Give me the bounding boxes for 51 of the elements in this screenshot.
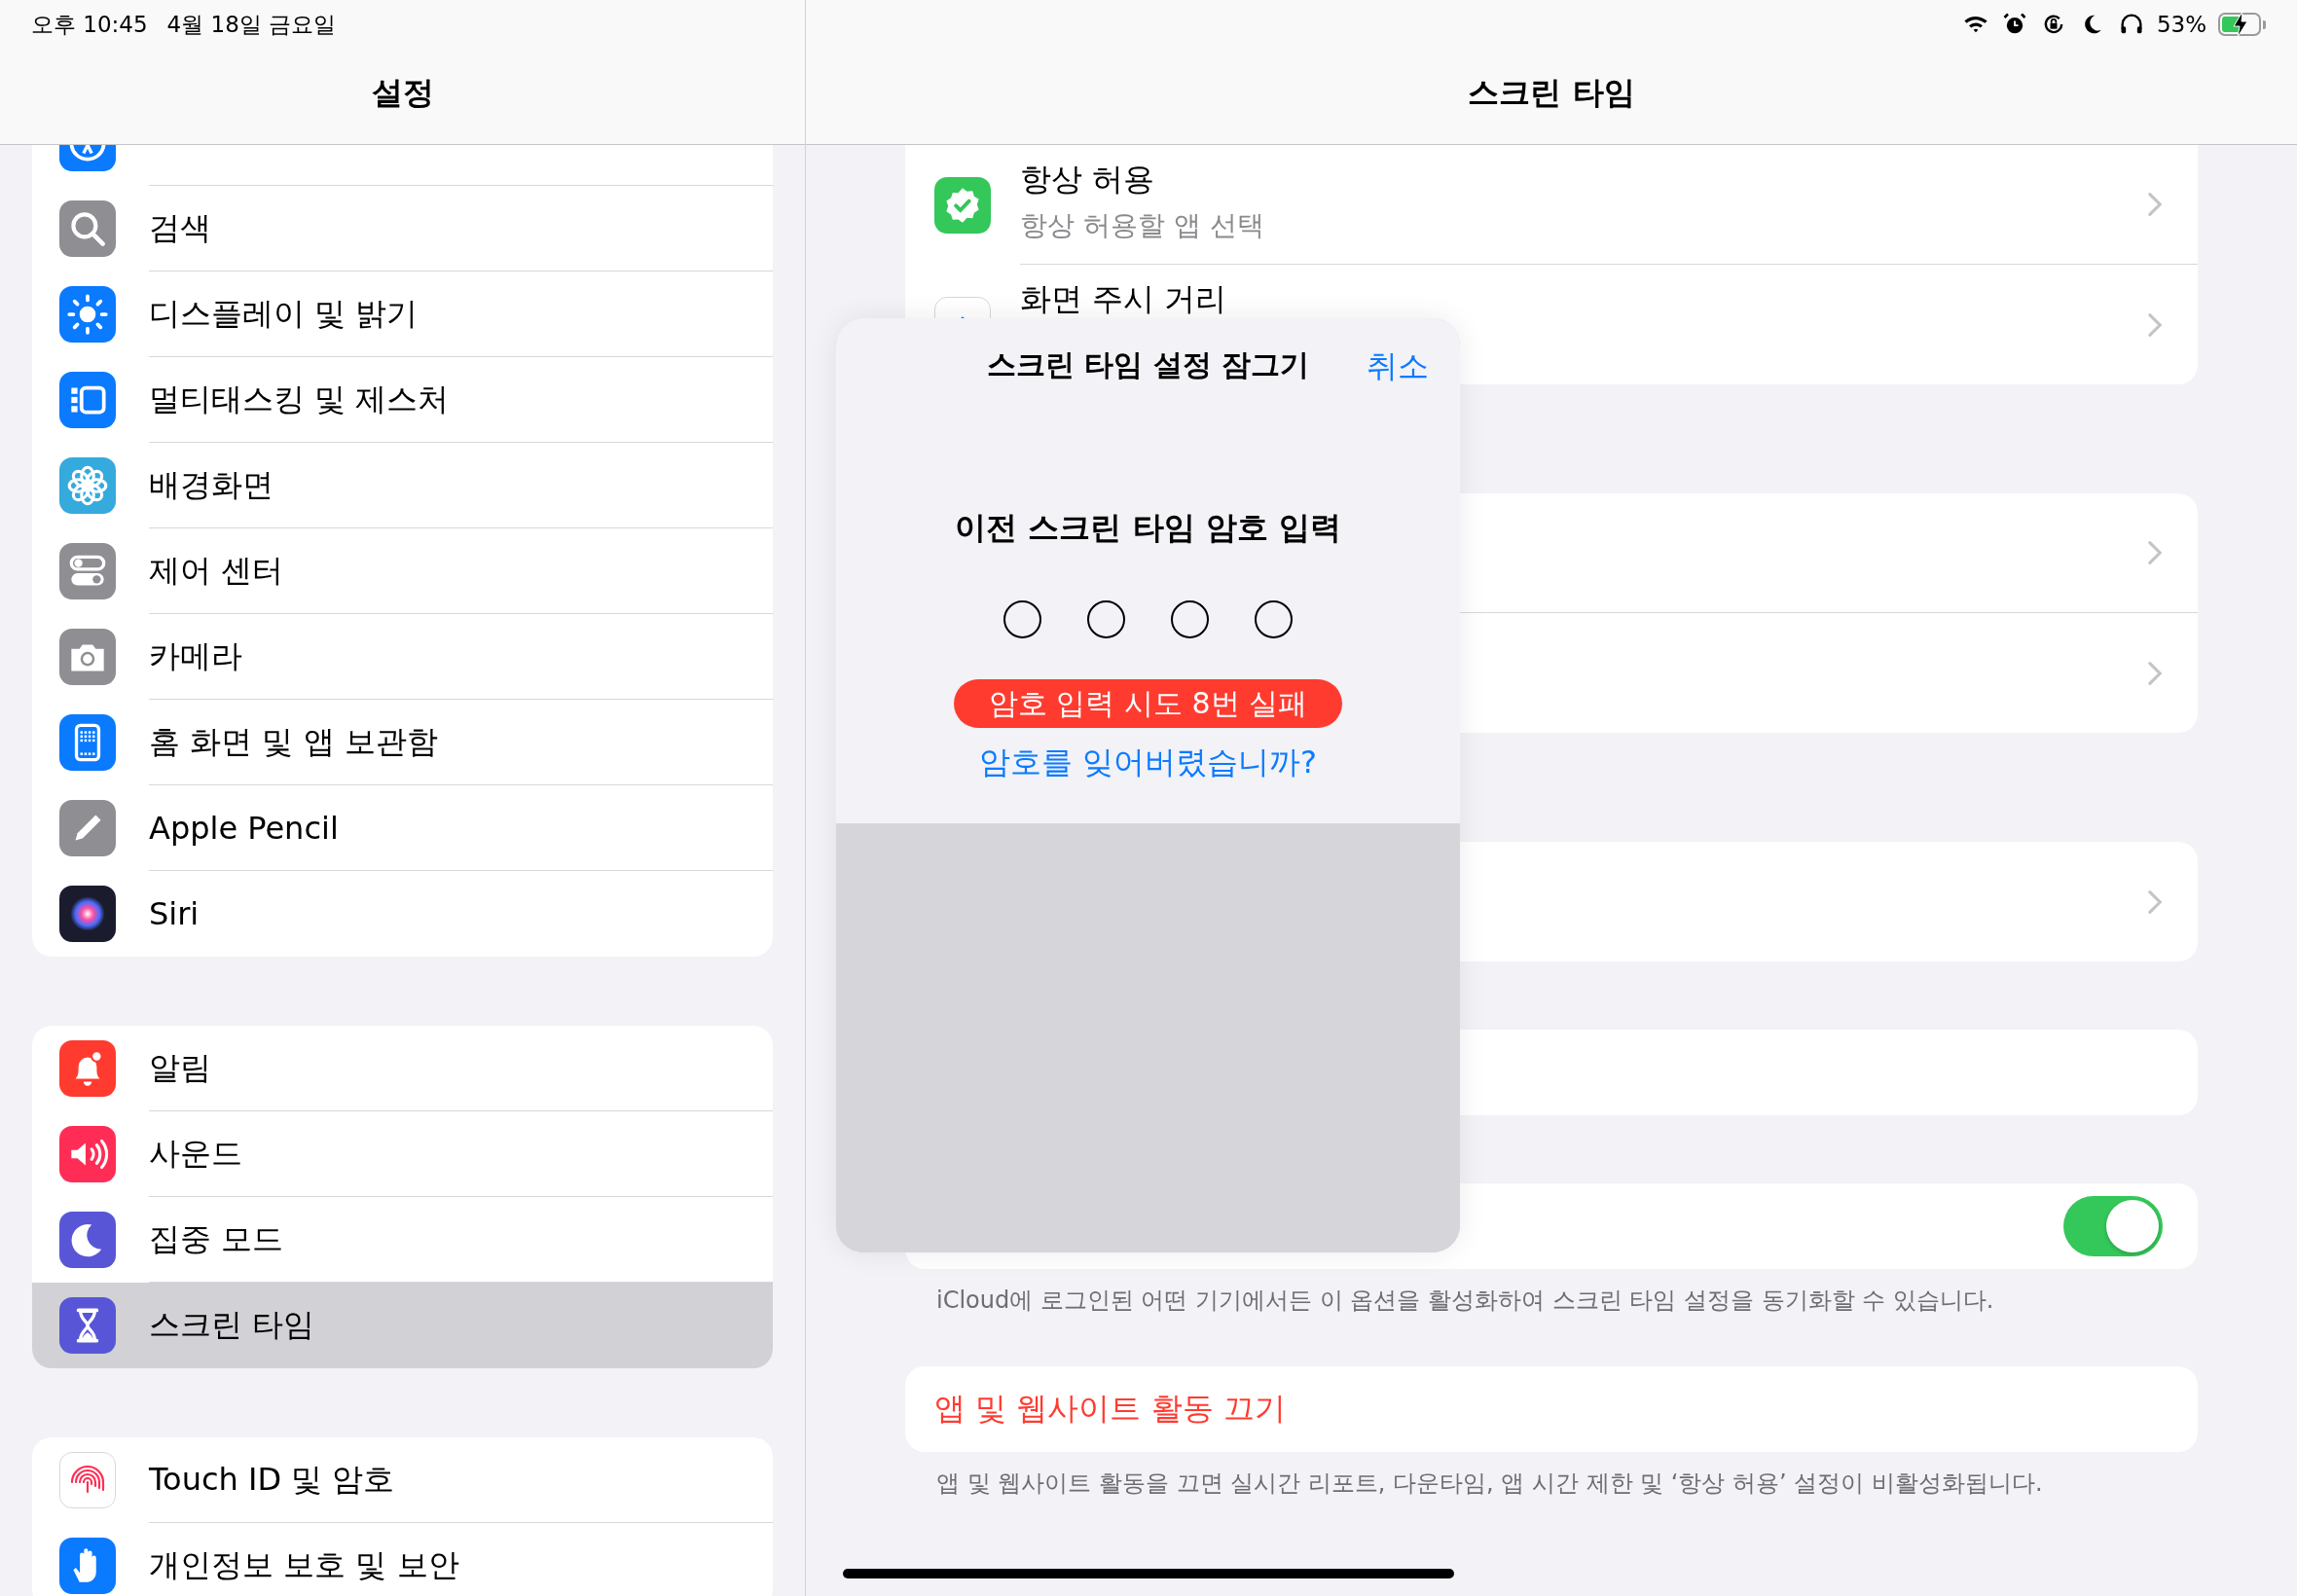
sidebar-item[interactable]: 알림 [32,1026,773,1111]
sidebar-item[interactable]: 스크린 타임 [32,1283,773,1368]
passcode-prompt: 이전 스크린 타임 암호 입력 [955,508,1341,548]
switches-icon [59,543,116,599]
failed-attempts-badge: 암호 입력 시도 8번 실패 [953,679,1343,728]
sidebar-item[interactable]: 사운드 [32,1111,773,1197]
pencil-icon [59,800,116,856]
speaker-icon [59,1126,116,1182]
sidebar-item[interactable]: Apple Pencil [32,785,773,871]
row-title: 항상 허용 [1020,160,1156,200]
bell-icon [59,1040,116,1097]
battery-percent: 53% [2156,12,2206,37]
sidebar-item[interactable]: 검색 [32,186,773,272]
chevron-right-icon [2147,889,2163,915]
sidebar-item[interactable]: 홈 화면 및 앱 보관함 [32,700,773,785]
chevron-right-icon [2147,192,2163,217]
hourglass-icon [59,1297,116,1354]
detail-title: 스크린 타임 [1468,73,1635,113]
cancel-button[interactable]: 취소 [1367,345,1429,388]
sidebar-title: 설정 [371,73,434,113]
home-screen-icon [59,714,116,771]
camera-icon [59,629,116,685]
battery-icon [2218,13,2266,36]
sidebar-item[interactable]: Touch ID 및 암호 [32,1437,773,1523]
sheet-title: 스크린 타임 설정 잠그기 [986,346,1310,383]
forgot-passcode-link[interactable]: 암호를 잊어버렸습니까? [978,742,1318,784]
sidebar-item[interactable]: 카메라 [32,614,773,700]
sidebar-item[interactable]: Siri [32,871,773,957]
chevron-right-icon [2147,540,2163,565]
chevron-right-icon [2147,311,2163,338]
sidebar-item[interactable]: 디스플레이 및 밝기 [32,272,773,357]
moon-icon [59,1212,116,1268]
turn-off-activity-button[interactable]: 앱 및 웹사이트 활동 끄기 [934,1388,1286,1431]
sidebar-item[interactable]: 제어 센터 [32,528,773,614]
checkmark-badge-icon [934,176,991,234]
sidebar-item[interactable]: 개인정보 보호 및 보안 [32,1523,773,1596]
section-footer: 앱 및 웹사이트 활동을 끄면 실시간 리포트, 다운타임, 앱 시간 제한 및 ‘항상 허용’ 설정이 비활성화됩니다. [936,1469,2043,1497]
sidebar-item[interactable]: 멀티태스킹 및 제스처 [32,357,773,443]
sun-icon [59,286,116,343]
chevron-right-icon [2147,660,2163,686]
search-icon [59,200,116,257]
fingerprint-icon [59,1452,116,1508]
flower-icon [59,457,116,514]
sidebar-item[interactable]: 배경화면 [32,443,773,528]
multitasking-icon [59,372,116,428]
row-subtitle: 항상 허용할 앱 선택 [1020,208,1265,243]
status-date: 4월 18일 금요일 [166,10,337,39]
section-footer: iCloud에 로그인된 어떤 기기에서든 이 옵션을 활성화하여 스크린 타임 설정을 동기화할 수 있습니다. [936,1287,1994,1314]
status-time: 오후 10:45 [31,10,148,39]
siri-icon [59,886,116,942]
row-title: 화면 주시 거리 [1020,279,1228,319]
